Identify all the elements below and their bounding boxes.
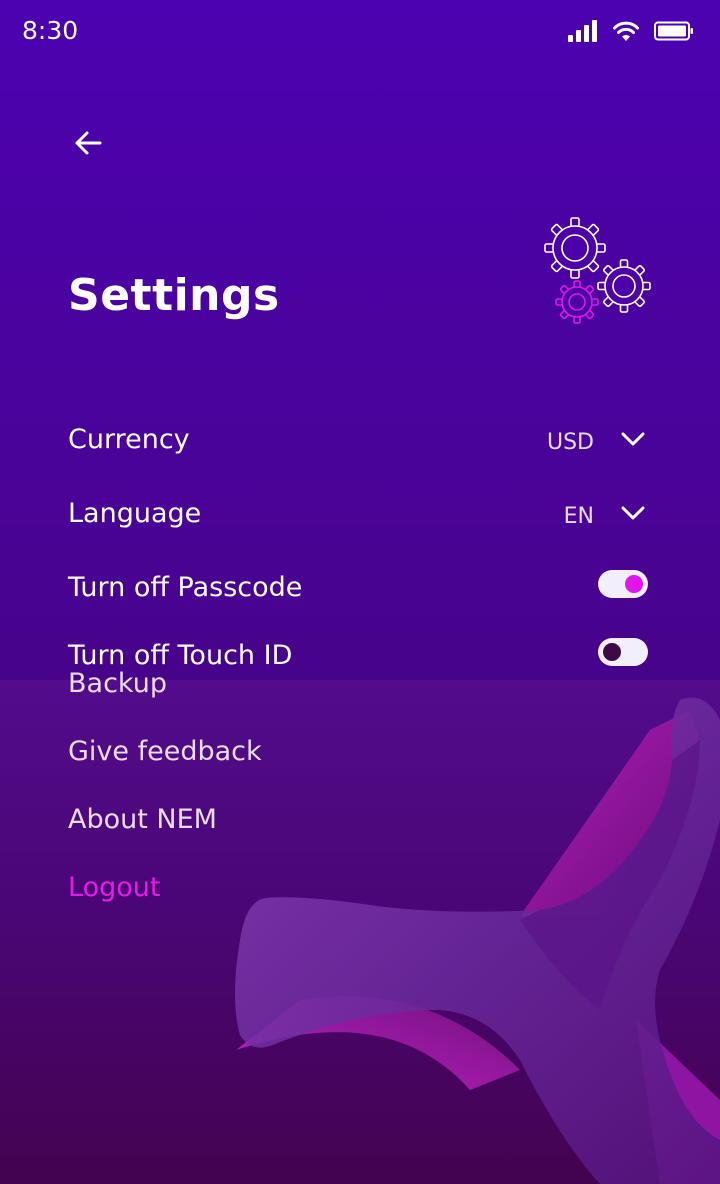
language-value[interactable]: EN: [564, 504, 594, 529]
gears-icon: [544, 217, 651, 324]
touch-id-toggle[interactable]: [598, 638, 648, 666]
menu-backup-label: Backup: [68, 670, 167, 699]
chevron-down-icon[interactable]: [620, 504, 646, 522]
currency-value[interactable]: USD: [547, 430, 594, 455]
menu-backup[interactable]: Backup: [68, 670, 167, 700]
touch-id-label: Turn off Touch ID: [68, 640, 293, 671]
back-button[interactable]: [68, 122, 110, 164]
language-label: Language: [68, 498, 202, 529]
status-time: 8:30: [22, 16, 79, 45]
page-title: Settings: [68, 270, 280, 321]
toggle-knob: [625, 575, 643, 593]
currency-label: Currency: [68, 424, 190, 455]
passcode-toggle[interactable]: [598, 570, 648, 598]
passcode-label: Turn off Passcode: [68, 572, 303, 603]
chevron-down-icon[interactable]: [620, 430, 646, 448]
menu-give-feedback[interactable]: Give feedback: [68, 736, 262, 767]
language-row[interactable]: Language EN: [68, 492, 652, 536]
logout-button[interactable]: Logout: [68, 872, 160, 903]
back-arrow-icon: [75, 131, 102, 155]
settings-screen: 8:30 Settings Currency USD Language EN T…: [0, 0, 720, 1184]
passcode-row: Turn off Passcode: [68, 566, 652, 610]
signal-icon: [568, 20, 597, 42]
status-bar: 8:30: [0, 0, 720, 64]
menu-about-nem[interactable]: About NEM: [68, 804, 217, 835]
battery-icon: [654, 21, 693, 41]
wifi-icon: [613, 21, 639, 41]
currency-row[interactable]: Currency USD: [68, 418, 652, 462]
status-icons: [568, 20, 694, 42]
toggle-knob: [603, 643, 621, 661]
